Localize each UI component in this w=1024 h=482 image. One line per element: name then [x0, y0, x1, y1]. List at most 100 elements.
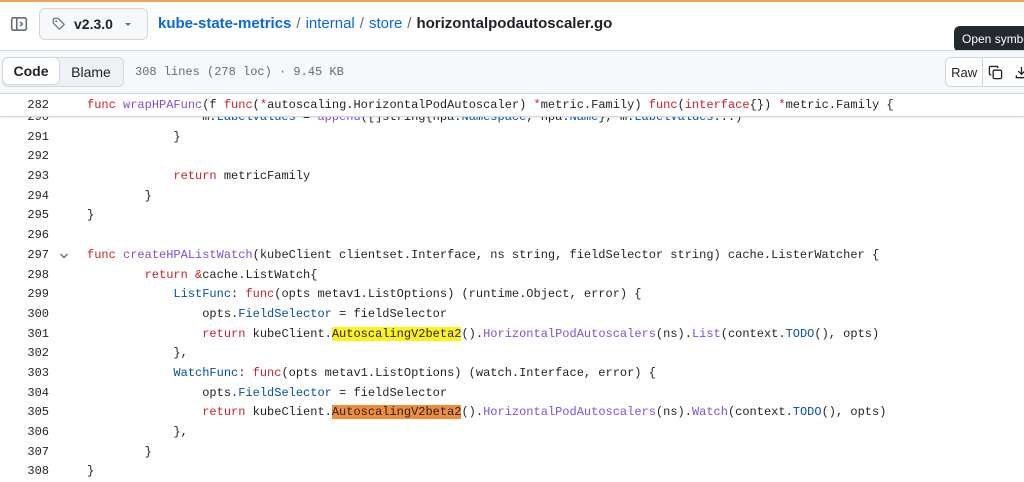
line-number[interactable]: 298: [0, 266, 49, 286]
code-text: }: [87, 462, 94, 482]
code-token: return: [173, 169, 217, 184]
code-line[interactable]: 302 },: [0, 344, 1024, 364]
code-line[interactable]: 292: [0, 147, 1024, 167]
code-text: },: [87, 344, 188, 364]
breadcrumb: kube-state-metrics / internal / store / horizo…: [158, 15, 612, 32]
code-token: (), opts): [814, 326, 880, 341]
chevron-down-icon: [123, 19, 133, 29]
code-text: },: [87, 423, 187, 443]
code-line[interactable]: 291 }: [0, 128, 1024, 148]
code-tab[interactable]: Code: [2, 57, 60, 85]
code-line[interactable]: 295}: [0, 206, 1024, 226]
code-token: func: [87, 247, 116, 262]
code-token: = fieldSelector: [331, 385, 448, 400]
code-token: *: [259, 98, 268, 112]
code-line[interactable]: 303 WatchFunc: func(opts metav1.ListOpti…: [0, 364, 1024, 384]
code-token: (ns).: [655, 405, 692, 420]
code-token: (: [252, 98, 260, 112]
code-line[interactable]: 301 return kubeClient.AutoscalingV2beta2…: [0, 325, 1024, 345]
line-number[interactable]: 282: [0, 96, 49, 116]
tag-icon: [52, 17, 66, 31]
code-line[interactable]: 306 },: [0, 423, 1024, 443]
line-number[interactable]: 299: [0, 285, 49, 305]
code-token: },: [87, 346, 188, 361]
raw-button[interactable]: Raw: [946, 58, 984, 86]
breadcrumb-repo-link[interactable]: kube-state-metrics: [158, 15, 291, 32]
download-button[interactable]: [1009, 58, 1024, 86]
line-number[interactable]: 302: [0, 344, 49, 364]
line-number[interactable]: 303: [0, 364, 49, 384]
code-line[interactable]: 298 return &cache.ListWatch{: [0, 266, 1024, 286]
code-text: return kubeClient.AutoscalingV2beta2().H…: [87, 325, 879, 345]
code-line[interactable]: 304 opts.FieldSelector = fieldSelector: [0, 384, 1024, 404]
line-number[interactable]: 297: [0, 246, 49, 266]
code-text: WatchFunc: func(opts metav1.ListOptions)…: [87, 364, 656, 384]
line-number[interactable]: 294: [0, 187, 49, 207]
line-number[interactable]: 296: [0, 226, 49, 246]
code-line[interactable]: 300 opts.FieldSelector = fieldSelector: [0, 305, 1024, 325]
copy-button[interactable]: [983, 58, 1008, 86]
code-line[interactable]: 307 }: [0, 443, 1024, 463]
search-highlight: AutoscalingV2beta2: [331, 326, 462, 341]
tooltip-text: Open symbols panel: [962, 32, 1024, 46]
code-token: FieldSelector: [238, 385, 332, 400]
code-token: opts.: [87, 306, 239, 321]
code-token: = fieldSelector: [331, 306, 448, 321]
breadcrumb-separator: /: [359, 15, 364, 32]
code-text: }: [87, 206, 94, 226]
code-token: return: [202, 326, 246, 341]
sticky-code-line[interactable]: 282 func wrapHPAFunc(f func(*autoscaling…: [0, 96, 1024, 116]
line-number[interactable]: 308: [0, 462, 49, 482]
download-icon: [1014, 65, 1024, 80]
code-token: ().: [461, 405, 484, 420]
code-token: (context.: [720, 326, 786, 341]
code-token: kubeClient.: [245, 405, 332, 420]
code-token: List: [691, 326, 721, 341]
breadcrumb-file-name: horizontalpodautoscaler.go: [416, 15, 613, 32]
code-text: }: [87, 443, 152, 463]
code-token: TODO: [785, 326, 815, 341]
code-text: func wrapHPAFunc(f func(*autoscaling.Hor…: [87, 96, 894, 116]
line-number[interactable]: 293: [0, 167, 49, 187]
code-token: return: [144, 267, 188, 282]
line-number[interactable]: 301: [0, 325, 49, 345]
line-number[interactable]: 306: [0, 423, 49, 443]
code-text: return metricFamily: [87, 167, 310, 187]
sidebar-collapse-icon: [10, 15, 28, 33]
code-token: :: [238, 365, 253, 380]
code-line[interactable]: 297 func createHPAListWatch(kubeClient cl…: [0, 246, 1024, 266]
code-line[interactable]: 293 return metricFamily: [0, 167, 1024, 187]
code-line[interactable]: 305 return kubeClient.AutoscalingV2beta2…: [0, 403, 1024, 423]
code-token: metric.Family): [540, 98, 649, 112]
code-token: :: [231, 287, 246, 302]
code-token: Watch: [691, 405, 728, 420]
line-number[interactable]: 304: [0, 384, 49, 404]
code-text: return &cache.ListWatch{: [87, 266, 318, 286]
line-number[interactable]: 300: [0, 305, 49, 325]
branch-selector[interactable]: v2.3.0: [39, 8, 148, 40]
code-token: wrapHPAFunc: [123, 98, 203, 112]
line-number[interactable]: 295: [0, 206, 49, 226]
blame-tab[interactable]: Blame: [59, 58, 123, 86]
code-line[interactable]: 299 ListFunc: func(opts metav1.ListOptio…: [0, 285, 1024, 305]
line-number[interactable]: 292: [0, 147, 49, 167]
code-token: }: [87, 129, 181, 144]
breadcrumb-store-link[interactable]: store: [369, 15, 402, 32]
code-token: }: [87, 444, 152, 459]
line-number[interactable]: 291: [0, 128, 49, 148]
fold-chevron-icon[interactable]: [58, 250, 70, 262]
code-line[interactable]: 296: [0, 226, 1024, 246]
code-line[interactable]: 308}: [0, 462, 1024, 482]
sidebar-toggle-button[interactable]: [8, 12, 30, 36]
copy-icon: [988, 65, 1003, 80]
code-token: }: [87, 188, 152, 203]
code-line[interactable]: 294 }: [0, 187, 1024, 207]
line-number[interactable]: 305: [0, 403, 49, 423]
line-number[interactable]: 307: [0, 443, 49, 463]
breadcrumb-internal-link[interactable]: internal: [306, 15, 355, 32]
